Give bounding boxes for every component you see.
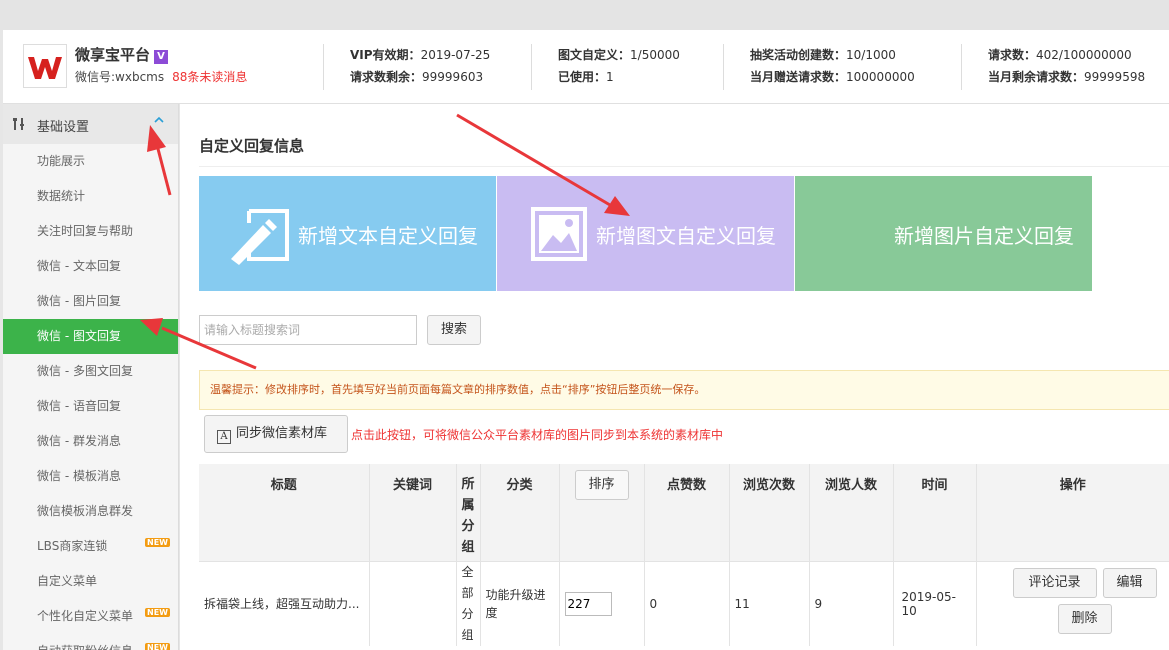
sidebar-item-12[interactable]: 自定义菜单 [3,564,178,599]
sync-note: 点击此按钮，可将微信公众平台素材库的图片同步到本系统的素材库中 [351,428,724,442]
row-actions: 评论记录 编辑 删除 [977,563,1169,645]
new-badge-icon: NEW [145,538,170,547]
brand-name: 微享宝平台 V [75,44,169,65]
col-group: 所属分组 [455,464,480,561]
stat-lottery: 抽奖活动创建数：10/1000 当月赠送请求数：100000000 [723,44,961,90]
wechat-id: 微信号:wxbcms 88条未读消息 [75,70,248,84]
top-bar [0,0,1169,30]
col-sort: 排序 [558,464,644,561]
col-keyword: 关键词 [368,464,456,561]
stat-news: 图文自定义：1/50000 已使用：1 [531,44,723,90]
col-visitors: 浏览人数 [808,464,893,561]
sidebar-item-3[interactable]: 微信 - 文本回复 [3,249,178,284]
cell-group: 全部分组 [455,560,480,646]
sidebar-item-2[interactable]: 关注时回复与帮助 [3,214,178,249]
search-input[interactable] [199,315,417,345]
col-time: 时间 [892,464,976,561]
news-reply-table: 标题 关键词 所属分组 分类 排序 点赞数 浏览次数 浏览人数 时间 操作 拆福… [199,464,1169,646]
page-title: 自定义回复信息 [199,137,305,155]
sidebar-item-11[interactable]: LBS商家连锁 NEW [3,529,178,564]
font-a-icon: A [217,430,231,444]
sidebar-item-1[interactable]: 数据统计 [3,179,178,214]
tip-banner: 温馨提示：修改排序时，首先填写好当前页面每篇文章的排序数值，点击“排序”按钮后整… [199,370,1169,410]
delete-button[interactable]: 删除 [1057,603,1112,634]
edit-button[interactable]: 编辑 [1102,567,1157,598]
new-badge-icon: NEW [145,608,170,617]
col-likes: 点赞数 [643,464,729,561]
sidebar: 基础设置 功能展示 数据统计 关注时回复与帮助 微信 - 文本回复 微信 - 图片回复微… [3,104,179,650]
stat-vip: VIP有效期：2019-07-25 请求数剩余：99999603 [323,44,531,90]
vip-badge-icon: V [154,50,169,64]
add-image-reply-tile[interactable]: 新增图片自定义回复 [795,176,1092,291]
main-content: 自定义回复信息 新增文本自定义回复 新增图文自定义回复 新增图片自定义回复 搜索… [180,104,1169,650]
cell-views: 11 [728,560,809,646]
edit-document-icon [231,209,289,265]
cell-visitors: 9 [808,560,893,646]
col-views: 浏览次数 [728,464,809,561]
divider [199,166,1169,167]
cell-keyword [368,560,456,646]
sidebar-item-8[interactable]: 微信 - 群发消息 [3,424,178,459]
stat-requests: 请求数：402/100000000 当月剩余请求数：99999598 [961,44,1169,90]
table-row: 拆福袋上线，超强互动助力... 全部分组 功能升级进度 0 11 9 2019-… [199,560,1169,646]
add-news-reply-tile[interactable]: 新增图文自定义回复 [497,176,794,291]
unread-messages-link[interactable]: 88条未读消息 [172,70,247,84]
col-category: 分类 [479,464,559,561]
cell-ops: 评论记录 编辑 删除 [975,560,1169,646]
search-button[interactable]: 搜索 [427,315,481,345]
sync-wechat-library-button[interactable]: A 同步微信素材库 [204,415,348,453]
order-input[interactable] [564,591,612,616]
sidebar-item-6[interactable]: 微信 - 多图文回复 [3,354,178,389]
cell-order [558,560,644,646]
cell-title: 拆福袋上线，超强互动助力... [199,560,369,646]
tools-icon [12,117,26,135]
sidebar-item-0[interactable]: 功能展示 [3,144,178,179]
sidebar-item-14[interactable]: 自动获取粉丝信息NEW [3,634,178,650]
sidebar-section-basic-settings[interactable]: 基础设置 [3,104,178,144]
sort-button[interactable]: 排序 [574,470,629,500]
chevron-up-icon[interactable] [153,114,165,130]
picture-icon [531,207,587,261]
sidebar-item-9[interactable]: 微信 - 模板消息 [3,459,178,494]
table-header-row: 标题 关键词 所属分组 分类 排序 点赞数 浏览次数 浏览人数 时间 操作 [199,464,1169,561]
sidebar-item-5[interactable]: 微信 - 图文回复 [3,319,178,354]
add-text-reply-tile[interactable]: 新增文本自定义回复 [199,176,496,291]
cell-category: 功能升级进度 [479,560,559,646]
col-ops: 操作 [975,464,1169,561]
sidebar-menu: 功能展示 数据统计 关注时回复与帮助 微信 - 文本回复 微信 - 图片回复 微信 - 图… [3,144,178,650]
sidebar-item-13[interactable]: 个性化自定义菜单 NEW [3,599,178,634]
comments-button[interactable]: 评论记录 [1012,567,1097,598]
sidebar-item-7[interactable]: 微信 - 语音回复 [3,389,178,424]
cell-time: 2019-05-10 [892,560,976,646]
sidebar-item-4[interactable]: 微信 - 图片回复 [3,284,178,319]
new-badge-icon: NEW [145,643,170,650]
cell-likes: 0 [643,560,729,646]
sidebar-item-10[interactable]: 微信模板消息群发 [3,494,178,529]
col-title: 标题 [199,464,369,561]
header: 微享宝平台 V 微信号:wxbcms 88条未读消息 VIP有效期：2019-07-… [3,30,1169,104]
brand-logo [23,44,67,88]
